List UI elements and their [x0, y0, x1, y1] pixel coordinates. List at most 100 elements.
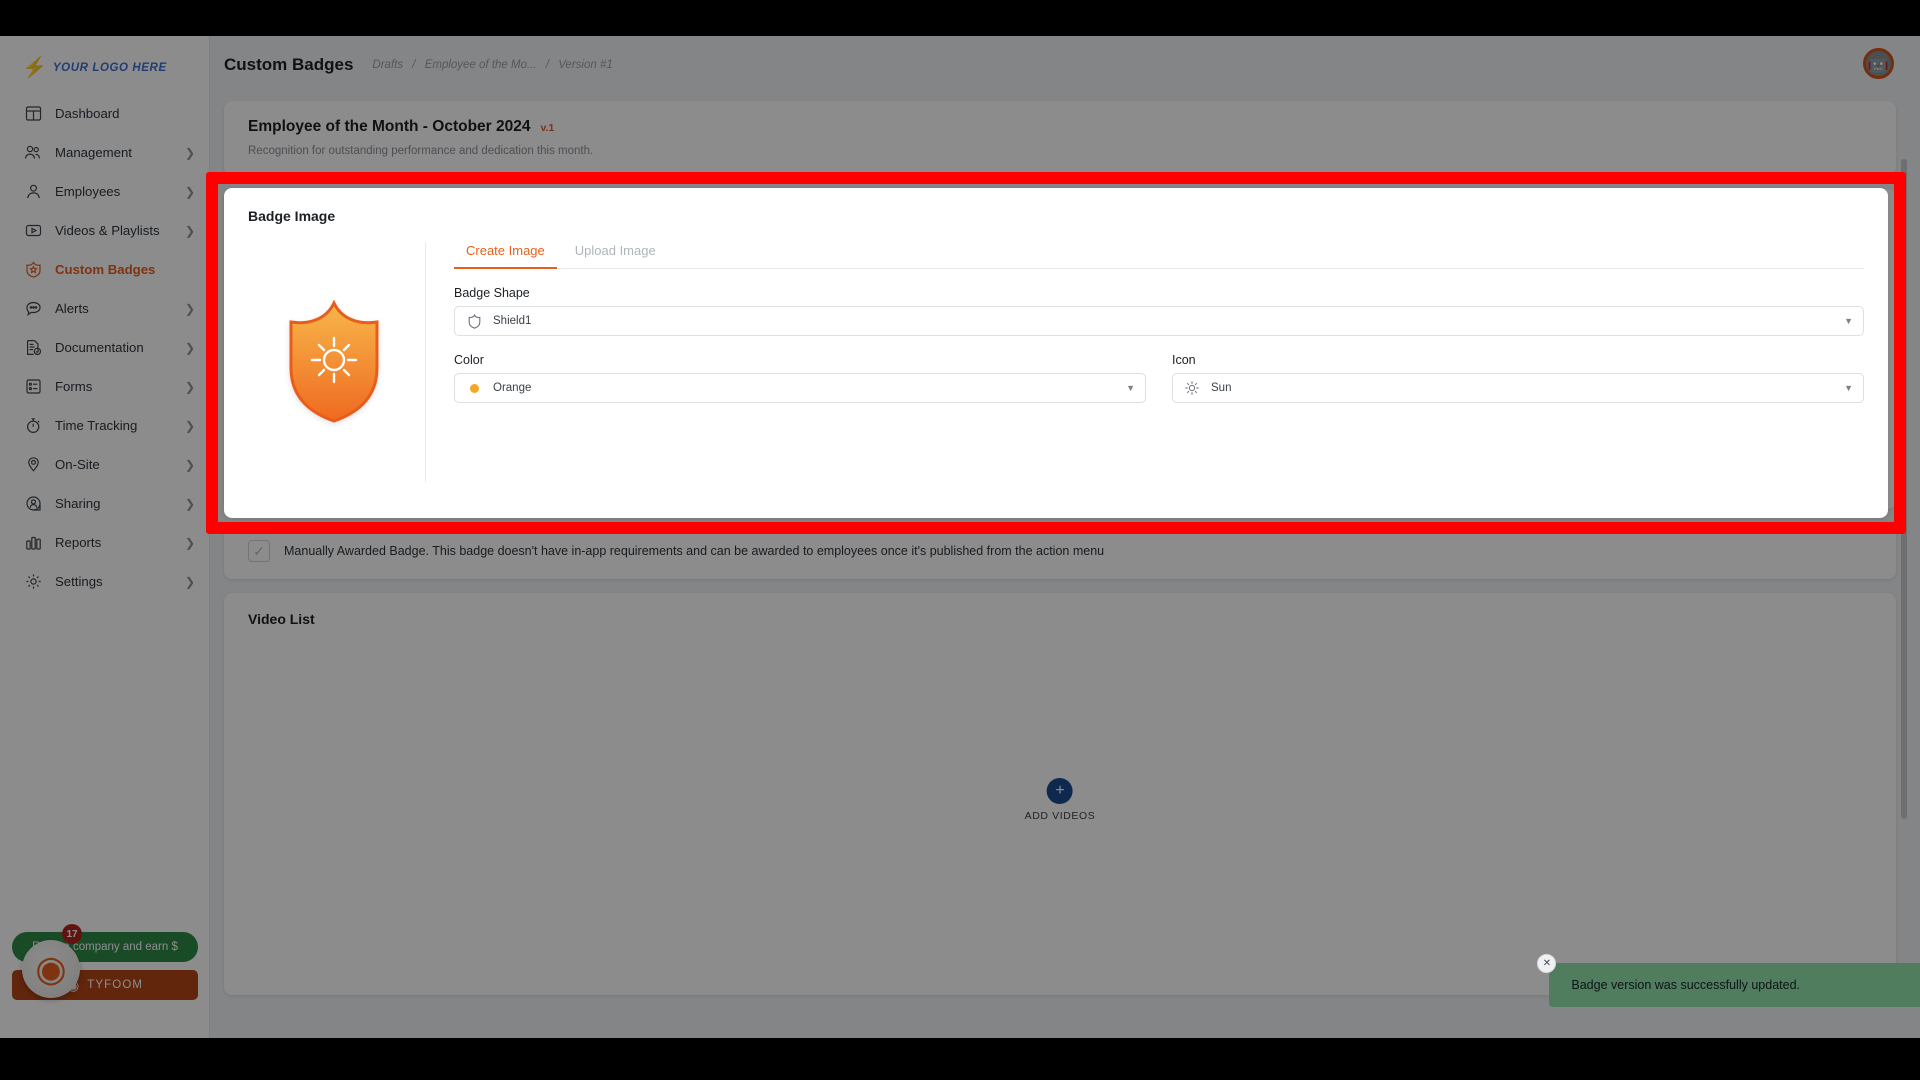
- sun-icon: [1183, 379, 1201, 397]
- alerts-chat-icon: [22, 298, 44, 320]
- chevron-down-icon: ▼: [1844, 316, 1853, 326]
- sidebar-item-label: Sharing: [55, 496, 101, 511]
- chat-widget-orb[interactable]: ◉: [22, 940, 80, 998]
- map-pin-icon: [22, 454, 44, 476]
- sidebar-item-alerts[interactable]: Alerts ❯: [0, 289, 209, 328]
- video-icon: [22, 220, 44, 242]
- share-person-icon: [22, 493, 44, 515]
- badge-version: v.1: [540, 122, 555, 134]
- video-list-title: Video List: [248, 611, 315, 627]
- app-logo[interactable]: ⚡ YOUR LOGO HERE: [0, 36, 209, 94]
- toast-message: Badge version was successfully updated.: [1549, 963, 1920, 1007]
- spiral-icon: ◉: [35, 948, 67, 989]
- sidebar-item-reports[interactable]: Reports ❯: [0, 523, 209, 562]
- notification-count-badge: 17: [62, 924, 82, 944]
- breadcrumb-item-0[interactable]: Drafts: [372, 59, 403, 71]
- gear-icon: [22, 571, 44, 593]
- stopwatch-icon: [22, 415, 44, 437]
- application-window: ⚡ YOUR LOGO HERE Dashboard Management ❯ Emp…: [0, 36, 1920, 1038]
- toast-notification: Badge version was successfully updated. …: [1537, 954, 1920, 1007]
- breadcrumb: Drafts / Employee of the Mo... / Version…: [369, 59, 615, 71]
- manual-award-checkbox[interactable]: ✓: [248, 540, 270, 562]
- top-bar: Custom Badges Drafts / Employee of the M…: [210, 36, 1920, 93]
- tab-upload-image-hl[interactable]: Upload Image: [563, 243, 668, 269]
- sidebar-item-label: Custom Badges: [55, 262, 156, 277]
- sidebar-item-settings[interactable]: Settings ❯: [0, 562, 209, 601]
- badge-shape-select-hl[interactable]: Shield1 ▼: [454, 306, 1864, 336]
- document-check-icon: [22, 337, 44, 359]
- chevron-right-icon: ❯: [184, 535, 195, 550]
- sidebar: ⚡ YOUR LOGO HERE Dashboard Management ❯ Emp…: [0, 36, 210, 1038]
- sidebar-item-time-tracking[interactable]: Time Tracking ❯: [0, 406, 209, 445]
- sidebar-item-label: On-Site: [55, 457, 100, 472]
- badge-shape-label-hl: Badge Shape: [454, 286, 530, 300]
- sidebar-item-forms[interactable]: Forms ❯: [0, 367, 209, 406]
- bar-chart-icon: [22, 532, 44, 554]
- sidebar-item-label: Reports: [55, 535, 102, 550]
- chevron-right-icon: ❯: [184, 184, 195, 199]
- breadcrumb-item-1[interactable]: Employee of the Mo...: [425, 59, 537, 71]
- badge-image-tabs-hl: Create Image Upload Image: [454, 242, 1864, 269]
- tab-create-image-hl[interactable]: Create Image: [454, 243, 557, 269]
- sidebar-item-label: Alerts: [55, 301, 89, 316]
- badge-shape-value-hl: Shield1: [493, 315, 532, 327]
- chevron-right-icon: ❯: [184, 457, 195, 472]
- chevron-right-icon: ❯: [184, 496, 195, 511]
- logo-text: YOUR LOGO HERE: [52, 62, 167, 74]
- sidebar-item-label: Time Tracking: [55, 418, 138, 433]
- chevron-right-icon: ❯: [184, 145, 195, 160]
- manual-award-label: Manually Awarded Badge. This badge doesn…: [284, 544, 1105, 558]
- sidebar-item-on-site[interactable]: On-Site ❯: [0, 445, 209, 484]
- color-value-hl: Orange: [493, 382, 532, 394]
- sidebar-item-sharing[interactable]: Sharing ❯: [0, 484, 209, 523]
- icon-value-hl: Sun: [1211, 382, 1232, 394]
- badge-name: Employee of the Month - October 2024: [248, 118, 531, 135]
- dashboard-icon: [22, 103, 44, 125]
- plus-icon: +: [1046, 778, 1073, 804]
- employees-icon: [22, 181, 44, 203]
- avatar-image: 🤖: [1867, 54, 1890, 73]
- check-icon: ✓: [253, 542, 265, 559]
- sidebar-item-employees[interactable]: Employees ❯: [0, 172, 209, 211]
- page-title: Custom Badges: [224, 54, 354, 74]
- sidebar-item-label: Videos & Playlists: [55, 223, 160, 238]
- chevron-down-icon: ▼: [1126, 383, 1135, 393]
- icon-select-hl[interactable]: Sun ▼: [1172, 373, 1864, 403]
- avatar[interactable]: 🤖: [1863, 48, 1894, 79]
- logo-bolt-icon: ⚡: [22, 57, 47, 79]
- sidebar-item-videos-playlists[interactable]: Videos & Playlists ❯: [0, 211, 209, 250]
- brand-label: TYFOOM: [87, 979, 144, 991]
- vertical-scrollbar[interactable]: [1901, 159, 1907, 819]
- sidebar-item-custom-badges[interactable]: Custom Badges: [0, 250, 209, 289]
- chevron-right-icon: ❯: [184, 340, 195, 355]
- sidebar-nav: Dashboard Management ❯ Employees ❯ Videos & P…: [0, 94, 209, 601]
- management-icon: [22, 142, 44, 164]
- forms-list-icon: [22, 376, 44, 398]
- badge-preview-hl: [248, 242, 426, 482]
- breadcrumb-separator-0: /: [412, 58, 416, 71]
- sidebar-item-documentation[interactable]: Documentation ❯: [0, 328, 209, 367]
- sidebar-item-management[interactable]: Management ❯: [0, 133, 209, 172]
- chevron-right-icon: ❯: [184, 301, 195, 316]
- color-label-hl: Color: [454, 353, 484, 367]
- sidebar-item-label: Dashboard: [55, 106, 120, 121]
- sidebar-item-label: Employees: [55, 184, 121, 199]
- chevron-down-icon: ▼: [1844, 383, 1853, 393]
- sidebar-item-label: Settings: [55, 574, 103, 589]
- add-videos-label: ADD VIDEOS: [1024, 810, 1096, 822]
- chevron-right-icon: ❯: [184, 379, 195, 394]
- badge-preview-shield-hl: [289, 300, 378, 423]
- icon-label-hl: Icon: [1172, 353, 1196, 367]
- add-videos-button[interactable]: + ADD VIDEOS: [1025, 778, 1096, 822]
- sidebar-item-label: Documentation: [55, 340, 144, 355]
- badge-description: Recognition for outstanding performance …: [248, 145, 594, 157]
- manual-award-card: ✓ Manually Awarded Badge. This badge doe…: [224, 523, 1896, 579]
- shield-outline-icon: [465, 312, 483, 330]
- sidebar-item-dashboard[interactable]: Dashboard: [0, 94, 209, 133]
- badge-image-section-title-hl: Badge Image: [248, 208, 336, 224]
- chevron-right-icon: ❯: [184, 574, 195, 589]
- color-swatch-icon: [465, 379, 483, 397]
- breadcrumb-separator-1: /: [545, 58, 549, 71]
- badge-image-card-highlighted: Badge Image Create Image Upload Image Ba…: [224, 188, 1888, 518]
- color-select-hl[interactable]: Orange ▼: [454, 373, 1146, 403]
